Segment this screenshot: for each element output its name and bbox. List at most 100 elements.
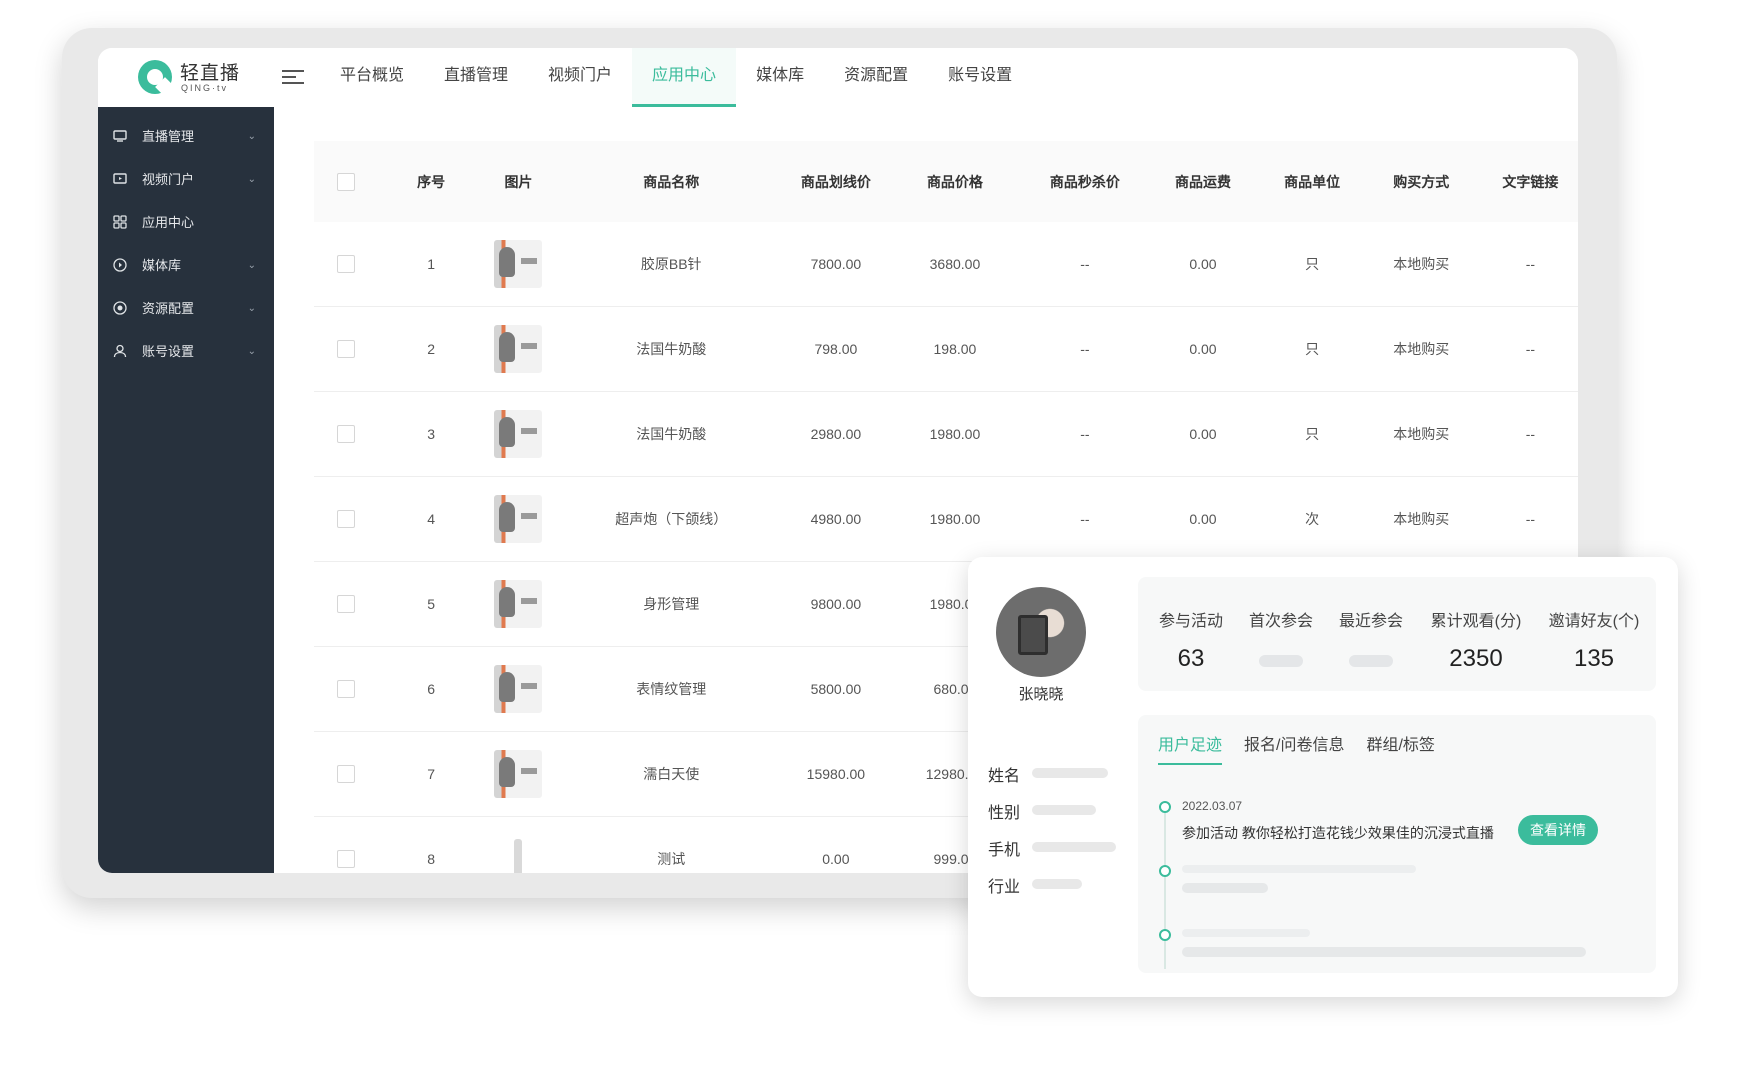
product-unit: 只 — [1305, 341, 1320, 357]
product-thumbnail[interactable] — [494, 835, 543, 873]
sidebar-item-label: 视频门户 — [142, 172, 195, 187]
shipping-fee: 0.00 — [1189, 341, 1217, 357]
shipping-fee: 0.00 — [1189, 511, 1217, 527]
row-number: 2 — [427, 341, 435, 357]
text-link[interactable]: -- — [1483, 256, 1578, 272]
chevron-down-icon: ⌄ — [247, 174, 256, 185]
column-header: 商品名称 — [643, 173, 700, 190]
table-row[interactable]: 3 法国牛奶酸 2980.00 1980.00 -- 0.00 只 本地购买 -- — [314, 392, 1578, 477]
sidebar-item-live[interactable]: 直播管理 ⌄ — [98, 115, 274, 158]
cell-image — [485, 750, 553, 798]
column-header: 商品运费 — [1174, 173, 1231, 190]
column-header: 商品划线价 — [800, 173, 871, 190]
row-checkbox[interactable] — [336, 510, 355, 529]
row-checkbox[interactable] — [336, 850, 355, 869]
purchase-method: 本地购买 — [1393, 341, 1450, 357]
view-details-button[interactable]: 查看详情 — [1518, 815, 1598, 845]
stat-invited-friends: 邀请好友(个) 135 — [1548, 613, 1640, 672]
purchase-method: 本地购买 — [1393, 511, 1450, 527]
cell-image — [485, 240, 553, 288]
row-checkbox[interactable] — [336, 425, 355, 444]
product-thumbnail[interactable] — [494, 410, 543, 458]
strike-price: 7800.00 — [810, 256, 862, 272]
flash-price: -- — [1080, 426, 1090, 442]
nav-item-app-center[interactable]: 应用中心 — [632, 48, 737, 107]
table-header: 序号 图片 商品名称 商品划线价 商品价格 商品秒杀价 商品运费 商品单位 购买… — [314, 141, 1578, 222]
cell-image — [485, 580, 553, 628]
table-row[interactable]: 1 胶原BB针 7800.00 3680.00 -- 0.00 只 本地购买 -- — [314, 222, 1578, 307]
text-placeholder — [1182, 947, 1586, 957]
top-navbar: 轻直播 QING·tv 平台概览 直播管理 视频门户 应用中心 媒体库 资源配置… — [98, 48, 1578, 108]
strike-price: 4980.00 — [810, 511, 862, 527]
row-number: 6 — [427, 681, 435, 697]
text-link[interactable]: -- — [1483, 511, 1578, 527]
tab-signup-survey[interactable]: 报名/问卷信息 — [1244, 731, 1344, 765]
stat-recent-attend: 最近参会 — [1326, 577, 1416, 672]
product-name: 胶原BB针 — [640, 256, 702, 272]
value-placeholder — [1032, 879, 1082, 889]
monitor-icon — [113, 130, 127, 142]
column-header: 商品单位 — [1284, 173, 1341, 190]
sidebar-item-label: 直播管理 — [142, 129, 195, 144]
text-placeholder — [1182, 865, 1416, 873]
nav-item-resources[interactable]: 资源配置 — [824, 48, 928, 107]
sidebar-item-label: 账号设置 — [142, 344, 195, 359]
column-header: 商品秒杀价 — [1049, 173, 1120, 190]
table-row[interactable]: 4 超声炮（下颌线） 4980.00 1980.00 -- 0.00 次 本地购买 -- — [314, 477, 1578, 562]
row-number: 5 — [427, 596, 435, 612]
flash-price: -- — [1080, 511, 1090, 527]
product-thumbnail[interactable] — [494, 750, 543, 798]
shipping-fee: 0.00 — [1189, 426, 1217, 442]
row-checkbox[interactable] — [336, 340, 355, 359]
chevron-down-icon: ⌄ — [247, 346, 256, 357]
shipping-fee: 0.00 — [1189, 256, 1217, 272]
select-all-checkbox[interactable] — [336, 172, 355, 191]
main-nav: 平台概览 直播管理 视频门户 应用中心 媒体库 资源配置 账号设置 — [320, 48, 1032, 107]
product-price: 198.00 — [933, 341, 977, 357]
sidebar-item-video-portal[interactable]: 视频门户 ⌄ — [98, 158, 274, 201]
nav-item-media[interactable]: 媒体库 — [736, 48, 824, 107]
target-icon — [113, 301, 127, 315]
timeline-date: 2022.03.07 — [1182, 799, 1243, 813]
row-checkbox[interactable] — [336, 595, 355, 614]
sidebar-item-app-center[interactable]: 应用中心 — [98, 201, 274, 244]
column-header: 购买方式 — [1393, 173, 1450, 190]
product-thumbnail[interactable] — [494, 665, 543, 713]
sidebar-item-label: 媒体库 — [142, 258, 182, 273]
row-checkbox[interactable] — [336, 255, 355, 274]
product-name: 测试 — [657, 851, 686, 867]
strike-price: 2980.00 — [810, 426, 862, 442]
nav-item-live[interactable]: 直播管理 — [424, 48, 528, 107]
row-checkbox[interactable] — [336, 765, 355, 784]
tab-group-tags[interactable]: 群组/标签 — [1366, 731, 1434, 765]
nav-item-account[interactable]: 账号设置 — [928, 48, 1032, 107]
strike-price: 9800.00 — [810, 596, 862, 612]
table-row[interactable]: 2 法国牛奶酸 798.00 198.00 -- 0.00 只 本地购买 -- — [314, 307, 1578, 392]
product-thumbnail[interactable] — [494, 325, 543, 373]
flash-price: -- — [1080, 341, 1090, 357]
product-thumbnail[interactable] — [494, 495, 543, 543]
text-link[interactable]: -- — [1483, 341, 1578, 357]
sidebar-item-resources[interactable]: 资源配置 ⌄ — [98, 287, 274, 330]
nav-item-video-portal[interactable]: 视频门户 — [528, 48, 632, 107]
field-gender: 性别 — [988, 799, 1096, 823]
sidebar-item-media[interactable]: 媒体库 ⌄ — [98, 244, 274, 287]
product-thumbnail[interactable] — [494, 240, 543, 288]
play-circle-icon — [113, 258, 127, 272]
row-checkbox[interactable] — [336, 680, 355, 699]
product-thumbnail[interactable] — [494, 580, 543, 628]
product-name: 身形管理 — [643, 596, 700, 612]
brand-sub: QING·tv — [181, 83, 228, 93]
menu-collapse-icon[interactable] — [282, 70, 304, 86]
product-name: 表情纹管理 — [636, 681, 707, 697]
text-link[interactable]: -- — [1483, 426, 1578, 442]
brand-logo[interactable]: 轻直播 QING·tv — [138, 58, 268, 98]
cell-image — [485, 410, 553, 458]
sidebar-item-account[interactable]: 账号设置 ⌄ — [98, 330, 274, 373]
user-icon — [113, 344, 127, 358]
product-price: 3680.00 — [929, 256, 981, 272]
column-header: 文字链接 — [1502, 173, 1559, 190]
nav-item-overview[interactable]: 平台概览 — [320, 48, 424, 107]
tab-user-footprint[interactable]: 用户足迹 — [1158, 731, 1223, 765]
sidebar-item-label: 应用中心 — [142, 215, 195, 230]
